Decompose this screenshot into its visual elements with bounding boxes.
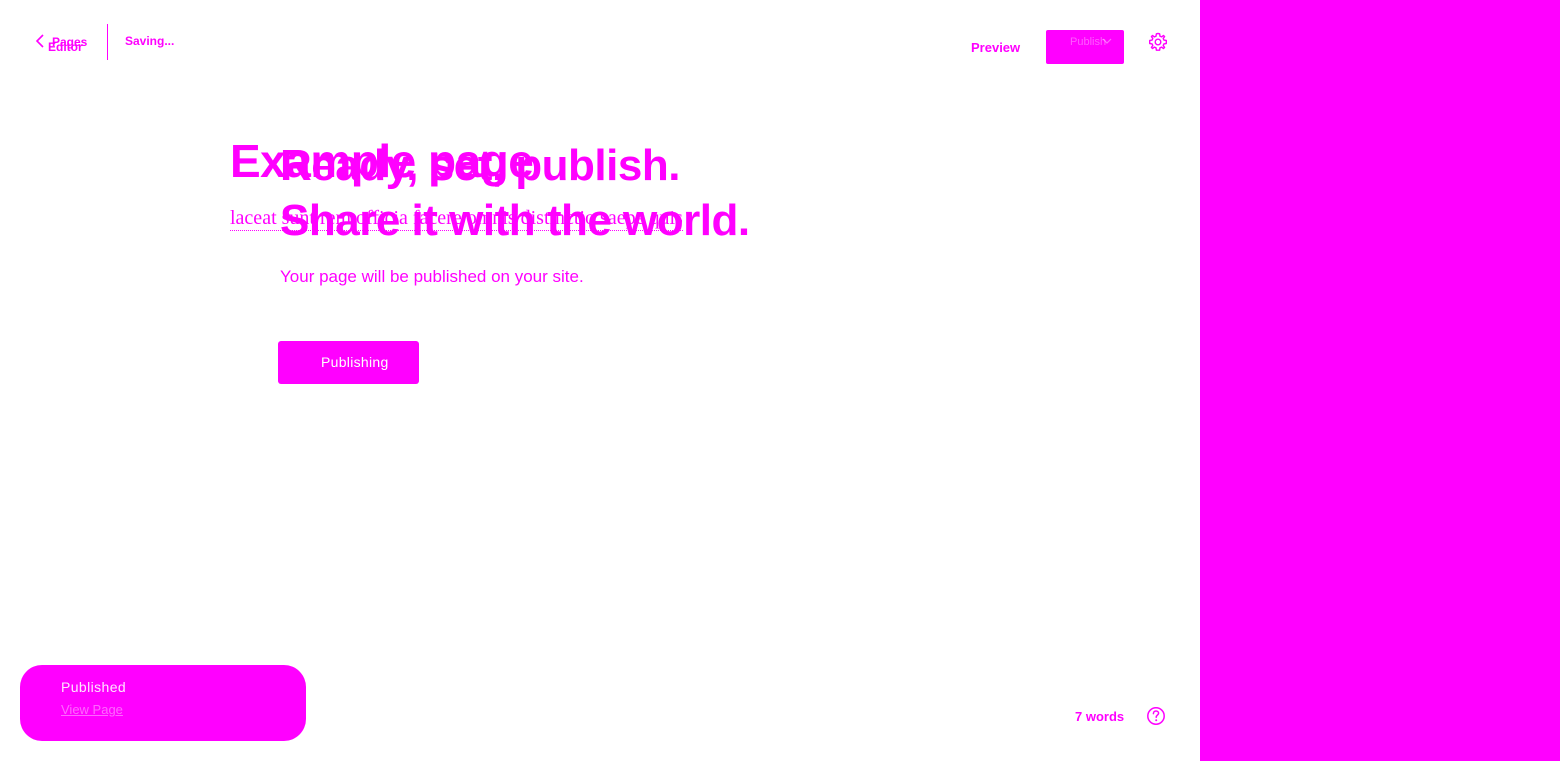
sidebar-panel [1200,0,1560,761]
publishing-button[interactable]: Publishing [278,341,419,384]
publish-heading-line1: Ready, set, publish. [280,141,680,190]
publish-button-label: Publish [1070,36,1107,48]
back-to-pages-link[interactable]: Pages Editor [34,34,104,54]
publish-heading-line2: Share it with the world. [280,196,750,245]
gear-icon[interactable] [1148,32,1168,52]
published-snackbar: Published View Page [20,665,306,741]
publishing-button-label: Publishing [321,354,389,370]
save-status: Saving... [125,34,175,48]
chevron-down-icon [1102,38,1112,44]
view-page-link[interactable]: View Page [61,702,123,717]
chevron-left-icon [35,34,44,48]
publish-button[interactable]: Publish [1046,30,1124,64]
word-count: 7 words [1075,709,1125,724]
snackbar-status: Published [61,679,127,695]
publish-subtitle: Your page will be published on your site… [280,267,584,286]
back-link-label-overlap: Editor [48,40,83,54]
help-icon[interactable] [1146,706,1166,726]
preview-button[interactable]: Preview [966,38,1025,57]
topbar-divider [107,24,108,60]
publish-heading: Ready, set, publish. Share it with the w… [280,138,750,248]
